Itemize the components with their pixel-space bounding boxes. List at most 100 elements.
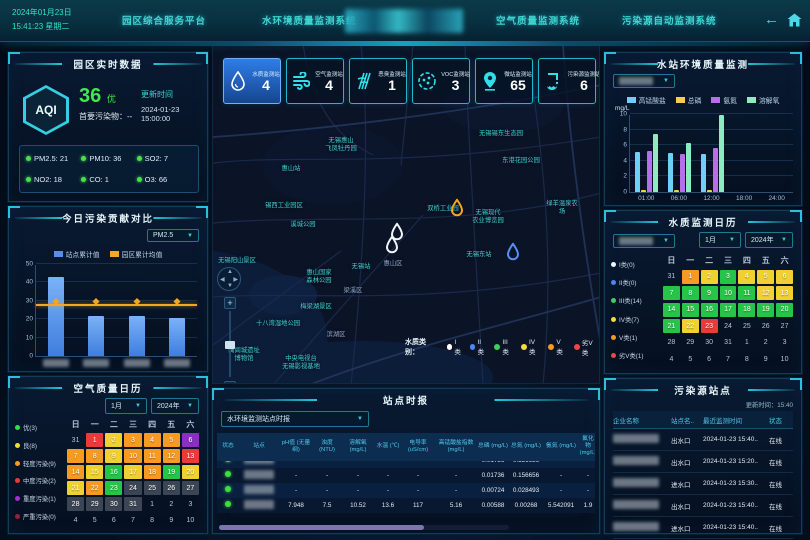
table-row[interactable]: 进水口2024-01-23 15:40..在线	[613, 517, 793, 539]
nav-park-platform[interactable]: 园区综合服务平台	[122, 13, 206, 27]
calendar-day[interactable]: 4	[67, 513, 84, 527]
calendar-day[interactable]: 2	[163, 497, 180, 511]
calendar-day[interactable]: 5	[757, 270, 774, 284]
calendar-day[interactable]: 31	[67, 433, 84, 447]
calendar-day[interactable]: 8	[86, 449, 103, 463]
calendar-day[interactable]: 26	[757, 319, 774, 333]
water-station-select[interactable]: ▼	[613, 74, 675, 88]
calendar-day[interactable]: 9	[105, 449, 122, 463]
station-bar[interactable]	[129, 316, 145, 356]
calendar-day[interactable]: 7	[124, 513, 141, 527]
calendar-day[interactable]: 10	[776, 352, 793, 366]
calendar-day[interactable]: 2	[757, 336, 774, 350]
station-button-pin[interactable]: 微站监测站65	[475, 58, 533, 104]
map-canvas[interactable]: 水质监测站4空气监测站4恶臭监测站1VOC监测站3微站监测站65污染源监测站6 …	[212, 44, 600, 384]
water-cal-station-select[interactable]: ▼	[613, 234, 675, 248]
station-button-voc[interactable]: VOC监测站3	[412, 58, 470, 104]
table-row[interactable]: 出水口2024-01-23 15:20..在线	[613, 451, 793, 473]
zoom-in-button[interactable]: +	[224, 297, 236, 309]
calendar-day[interactable]: 18	[738, 303, 755, 317]
calendar-day[interactable]: 6	[701, 352, 718, 366]
station-marker[interactable]	[450, 199, 464, 217]
calendar-day[interactable]: 26	[163, 481, 180, 495]
station-button-water-drop[interactable]: 水质监测站4	[223, 58, 281, 104]
calendar-day[interactable]: 17	[720, 303, 737, 317]
calendar-day[interactable]: 24	[124, 481, 141, 495]
series-bar[interactable]	[653, 134, 658, 192]
calendar-day[interactable]: 10	[720, 286, 737, 300]
calendar-day[interactable]: 10	[124, 449, 141, 463]
pollutant-select[interactable]: PM2.5▼	[147, 229, 199, 242]
calendar-day[interactable]: 11	[738, 286, 755, 300]
calendar-day[interactable]: 9	[757, 352, 774, 366]
table-row[interactable]: 出水口2024-01-23 15:40..在线	[613, 429, 793, 451]
station-marker[interactable]	[385, 236, 399, 254]
calendar-day[interactable]: 27	[182, 481, 199, 495]
calendar-day[interactable]: 19	[757, 303, 774, 317]
station-button-outfall[interactable]: 污染源监测站6	[538, 58, 596, 104]
calendar-day[interactable]: 3	[776, 336, 793, 350]
calendar-day[interactable]: 5	[163, 433, 180, 447]
calendar-day[interactable]: 18	[144, 465, 161, 479]
calendar-day[interactable]: 29	[682, 336, 699, 350]
calendar-day[interactable]: 30	[701, 336, 718, 350]
air-cal-month-select[interactable]: 1月▼	[105, 398, 147, 414]
calendar-day[interactable]: 1	[738, 336, 755, 350]
calendar-day[interactable]: 4	[663, 352, 680, 366]
table-row[interactable]: 出水口2024-01-23 15:40..在线	[613, 495, 793, 517]
calendar-day[interactable]: 1	[86, 433, 103, 447]
calendar-day[interactable]: 11	[144, 449, 161, 463]
calendar-day[interactable]: 28	[663, 336, 680, 350]
calendar-day[interactable]: 16	[701, 303, 718, 317]
calendar-day[interactable]: 6	[182, 433, 199, 447]
series-bar[interactable]	[668, 153, 673, 192]
calendar-day[interactable]: 14	[67, 465, 84, 479]
water-cal-year-select[interactable]: 2024年▼	[745, 232, 793, 248]
calendar-day[interactable]: 10	[182, 513, 199, 527]
calendar-day[interactable]: 4	[738, 270, 755, 284]
hourly-scrollbar[interactable]	[219, 525, 424, 530]
calendar-day[interactable]: 4	[144, 433, 161, 447]
calendar-day[interactable]: 6	[105, 513, 122, 527]
calendar-day[interactable]: 7	[67, 449, 84, 463]
calendar-day[interactable]: 23	[701, 319, 718, 333]
nav-water-system[interactable]: 水环境质量监测系统	[262, 13, 357, 27]
calendar-day[interactable]: 22	[86, 481, 103, 495]
calendar-day[interactable]: 9	[701, 286, 718, 300]
calendar-day[interactable]: 14	[663, 303, 680, 317]
table-row[interactable]: 进水口2024-01-23 15:30..在线	[613, 473, 793, 495]
calendar-day[interactable]: 31	[663, 270, 680, 284]
table-row[interactable]: 7.9487.510.5213.61175.160.005880.002685.…	[217, 498, 595, 513]
calendar-day[interactable]: 13	[776, 286, 793, 300]
calendar-day[interactable]: 1	[682, 270, 699, 284]
station-bar[interactable]	[169, 318, 185, 356]
calendar-day[interactable]: 22	[682, 319, 699, 333]
table-row[interactable]: ------0.017360.156656--	[217, 468, 595, 483]
calendar-day[interactable]: 20	[182, 465, 199, 479]
nav-pollution-system[interactable]: 污染源自动监测系统	[622, 13, 717, 27]
calendar-day[interactable]: 8	[682, 286, 699, 300]
calendar-day[interactable]: 30	[105, 497, 122, 511]
calendar-day[interactable]: 3	[720, 270, 737, 284]
calendar-day[interactable]: 31	[124, 497, 141, 511]
calendar-day[interactable]: 24	[720, 319, 737, 333]
calendar-day[interactable]: 8	[738, 352, 755, 366]
station-button-wind[interactable]: 空气监测站4	[286, 58, 344, 104]
nav-air-system[interactable]: 空气质量监测系统	[496, 13, 580, 27]
calendar-day[interactable]: 3	[182, 497, 199, 511]
series-bar[interactable]	[680, 154, 685, 192]
calendar-day[interactable]: 28	[67, 497, 84, 511]
series-bar[interactable]	[647, 151, 652, 192]
map-pan-control[interactable]: ▲▼ ◀▶	[217, 267, 241, 291]
calendar-day[interactable]: 6	[776, 270, 793, 284]
calendar-day[interactable]: 7	[663, 286, 680, 300]
calendar-day[interactable]: 25	[738, 319, 755, 333]
series-bar[interactable]	[674, 190, 679, 192]
calendar-day[interactable]: 15	[86, 465, 103, 479]
water-cal-month-select[interactable]: 1月▼	[699, 232, 741, 248]
calendar-day[interactable]: 12	[757, 286, 774, 300]
calendar-day[interactable]: 12	[163, 449, 180, 463]
home-icon[interactable]	[787, 13, 802, 27]
series-bar[interactable]	[701, 154, 706, 192]
hourly-source-select[interactable]: 水环境监测站点时报▼	[221, 411, 369, 427]
